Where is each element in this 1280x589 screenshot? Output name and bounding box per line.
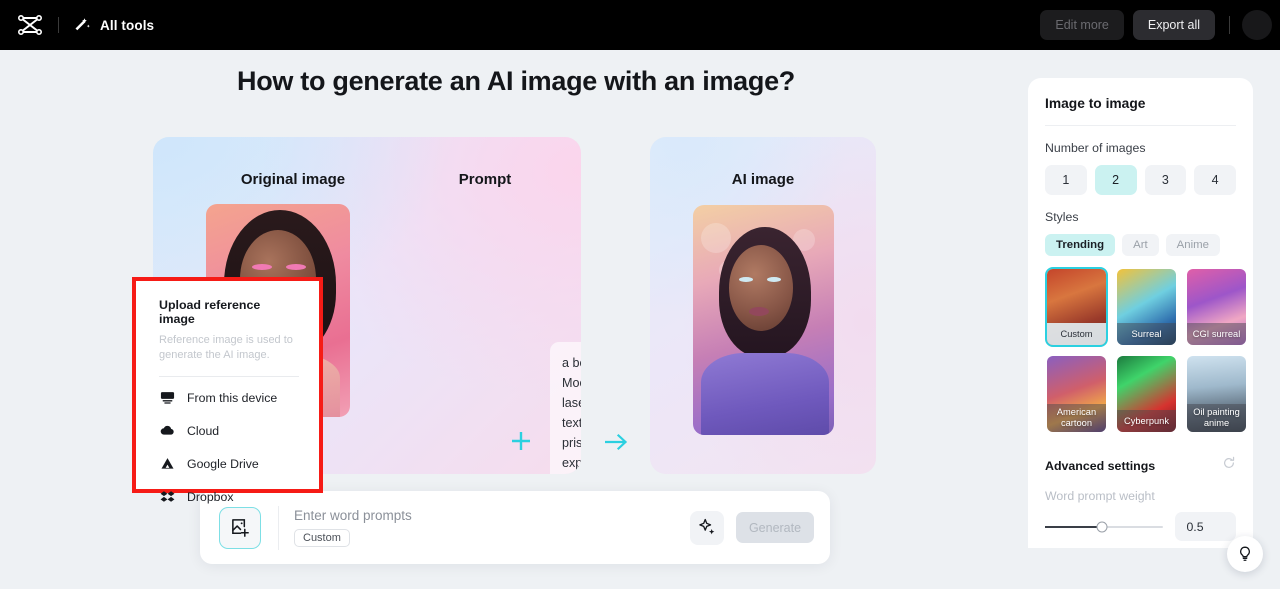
- style-cell-label: Oil painting anime: [1187, 404, 1246, 432]
- upload-option-cloud[interactable]: Cloud: [159, 414, 299, 447]
- prompt-input-area[interactable]: Enter word prompts Custom: [294, 508, 690, 547]
- avatar[interactable]: [1242, 10, 1272, 40]
- cloud-icon: [159, 423, 175, 439]
- page-title: How to generate an AI image with an imag…: [237, 66, 795, 96]
- slider-fill: [1045, 525, 1102, 528]
- sparkle-icon[interactable]: [690, 510, 724, 545]
- all-tools-button[interactable]: All tools: [73, 16, 154, 34]
- prompt-title: Prompt: [458, 171, 512, 188]
- generate-button[interactable]: Generate: [736, 512, 814, 543]
- number-of-images-label: Number of images: [1045, 141, 1146, 155]
- prompt-text-box: a beautiful girl, Sailor Moon style, wea…: [550, 342, 581, 474]
- ai-image-thumbnail: [693, 205, 834, 435]
- google-drive-icon: [159, 456, 175, 472]
- number-of-images-group: 1 2 3 4: [1045, 165, 1236, 195]
- style-cell-label: CGI surreal: [1187, 323, 1246, 345]
- panel-body: Number of images 1 2 3 4 Styles Trending…: [1028, 141, 1253, 548]
- style-cell-cyberpunk[interactable]: Cyberpunk: [1115, 354, 1178, 434]
- top-bar: All tools Edit more Export all: [0, 0, 1280, 50]
- number-option-2[interactable]: 2: [1094, 165, 1137, 195]
- upload-popup-divider: [159, 376, 299, 377]
- original-image-title: Original image: [240, 171, 346, 188]
- monitor-icon: [159, 390, 175, 406]
- upload-option-label: From this device: [187, 390, 278, 405]
- style-cell-custom[interactable]: Custom: [1045, 267, 1108, 347]
- style-tab-trending[interactable]: Trending: [1045, 234, 1116, 256]
- style-cell-label: Custom: [1047, 323, 1106, 345]
- upload-option-from-this-device[interactable]: From this device: [159, 381, 299, 414]
- style-cell-american-cartoon[interactable]: American cartoon: [1045, 354, 1108, 434]
- magic-wand-icon: [73, 16, 91, 34]
- style-cell-oil-painting-anime[interactable]: Oil painting anime: [1185, 354, 1248, 434]
- upload-popup-subtitle: Reference image is used to generate the …: [159, 334, 293, 361]
- prompt-input-placeholder[interactable]: Enter word prompts: [294, 508, 690, 523]
- upload-option-label: Dropbox: [187, 489, 234, 504]
- settings-panel: Image to image Number of images 1 2 3 4 …: [1028, 78, 1253, 548]
- style-cell-surreal[interactable]: Surreal: [1115, 267, 1178, 347]
- upload-option-label: Cloud: [187, 423, 220, 438]
- export-all-button[interactable]: Export all: [1132, 10, 1215, 40]
- arrow-right-icon: [604, 433, 629, 451]
- style-cell-cgi-surreal[interactable]: CGI surreal: [1185, 267, 1248, 347]
- style-grid: Custom Surreal CGI surreal American cart…: [1045, 267, 1246, 434]
- number-option-1[interactable]: 1: [1045, 165, 1087, 195]
- slider-handle[interactable]: [1096, 521, 1108, 532]
- upload-popup-content: Upload reference image Reference image i…: [136, 281, 319, 513]
- reset-icon[interactable]: [1222, 456, 1236, 475]
- upload-option-dropbox[interactable]: Dropbox: [159, 480, 299, 513]
- word-prompt-weight-value[interactable]: 0.5: [1175, 512, 1236, 541]
- panel-divider: [1045, 125, 1236, 126]
- word-prompt-weight-control: 0.5: [1045, 512, 1236, 541]
- plus-icon: [510, 430, 532, 452]
- number-option-4[interactable]: 4: [1194, 165, 1236, 195]
- style-chip-custom[interactable]: Custom: [294, 529, 350, 547]
- topbar-divider: [58, 17, 59, 33]
- upload-option-label: Google Drive: [187, 456, 259, 471]
- style-cell-label: Surreal: [1117, 323, 1176, 345]
- advanced-settings-title: Advanced settings: [1045, 458, 1156, 473]
- panel-title: Image to image: [1045, 96, 1146, 111]
- topbar-actions: Edit more Export all: [1040, 10, 1280, 40]
- style-tab-anime[interactable]: Anime: [1165, 234, 1220, 256]
- edit-more-button[interactable]: Edit more: [1040, 10, 1124, 40]
- lightbulb-icon[interactable]: [1227, 536, 1263, 572]
- upload-option-google-drive[interactable]: Google Drive: [159, 447, 299, 480]
- upload-popup-title: Upload reference image: [159, 298, 261, 326]
- capcut-logo-icon[interactable]: [16, 11, 44, 39]
- style-tab-art[interactable]: Art: [1122, 234, 1159, 256]
- advanced-settings-header: Advanced settings: [1045, 456, 1236, 475]
- styles-label: Styles: [1045, 210, 1079, 224]
- style-cell-label: American cartoon: [1047, 404, 1106, 432]
- upload-reference-image-popup: Upload reference image Reference image i…: [132, 277, 323, 504]
- ai-image-title: AI image: [731, 171, 795, 188]
- ai-image-card: AI image: [650, 137, 876, 474]
- app-root: All tools Edit more Export all How to ge…: [0, 0, 1280, 589]
- style-cell-label: Cyberpunk: [1117, 410, 1176, 432]
- dropbox-icon: [159, 489, 175, 505]
- all-tools-label: All tools: [100, 17, 155, 33]
- number-option-3[interactable]: 3: [1144, 165, 1187, 195]
- word-prompt-weight-label: Word prompt weight: [1045, 489, 1155, 503]
- topbar-actions-divider: [1229, 16, 1230, 34]
- word-prompt-weight-slider[interactable]: [1045, 521, 1164, 532]
- style-tabs: Trending Art Anime: [1045, 234, 1236, 256]
